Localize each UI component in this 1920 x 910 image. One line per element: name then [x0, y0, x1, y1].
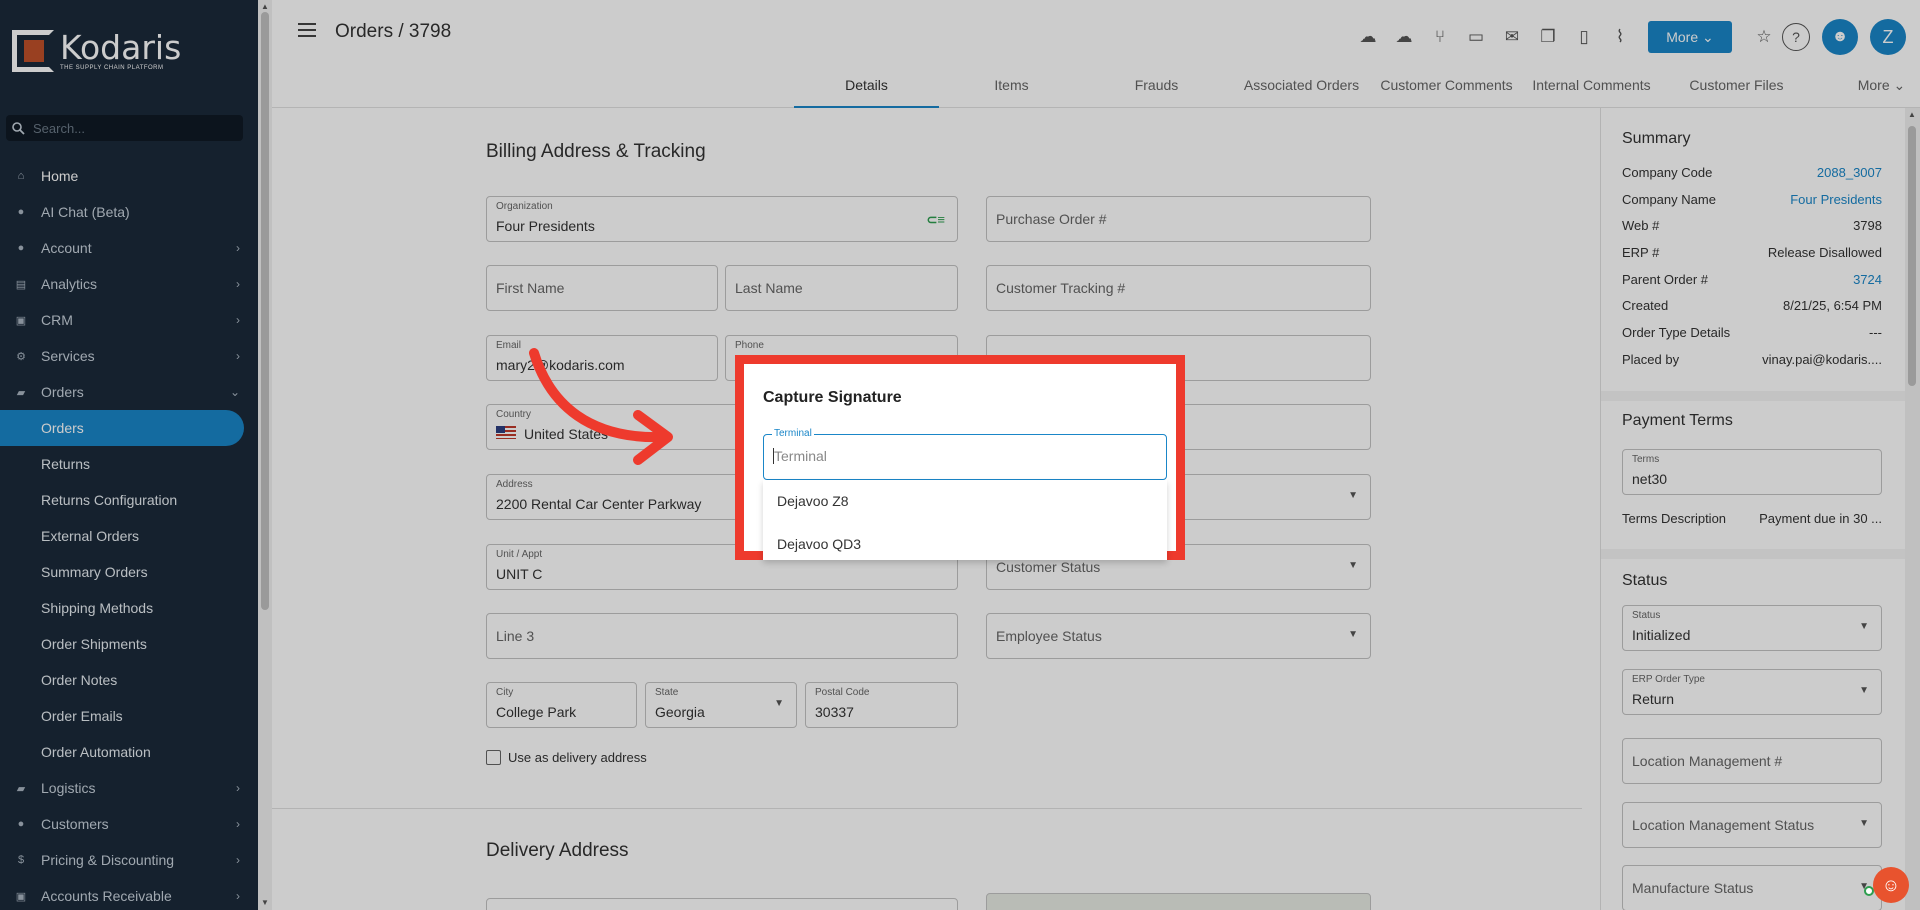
dialog-title: Capture Signature: [763, 389, 902, 406]
option-dejavoo-qd3[interactable]: Dejavoo QD3: [763, 523, 1167, 560]
terminal-placeholder: Terminal: [774, 448, 827, 464]
terminal-label: Terminal: [772, 428, 814, 439]
capture-signature-dialog: Capture Signature Terminal Terminal Deja…: [735, 355, 1185, 560]
annotation-arrow: [529, 348, 673, 465]
terminal-options: Dejavoo Z8 Dejavoo QD3: [763, 480, 1167, 560]
terminal-field[interactable]: Terminal Terminal: [763, 428, 1167, 480]
option-dejavoo-z8[interactable]: Dejavoo Z8: [763, 480, 1167, 523]
chat-support-icon[interactable]: ☺: [1873, 867, 1909, 903]
